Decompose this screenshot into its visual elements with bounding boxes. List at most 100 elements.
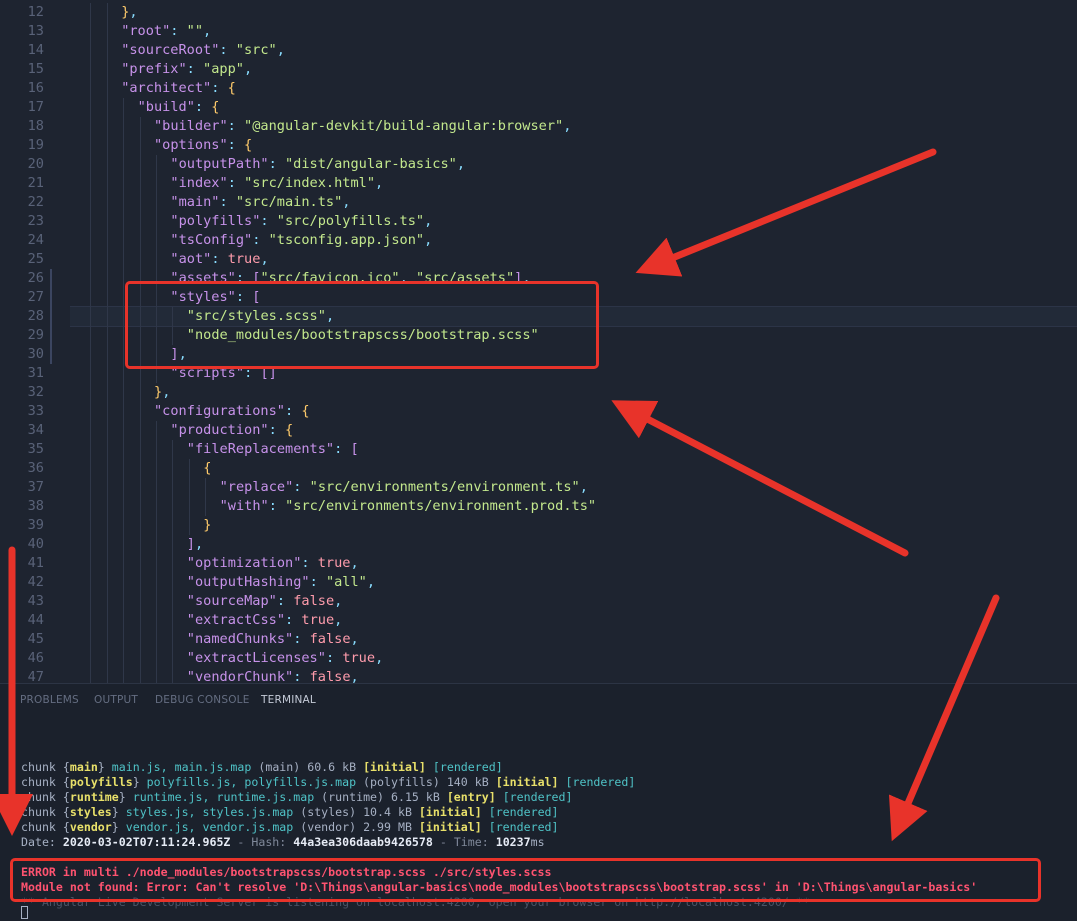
tab-problems[interactable]: PROBLEMS (20, 694, 79, 706)
code-line: 45 "namedChunks": false, (0, 630, 1077, 649)
code-text: "outputPath": "dist/angular-basics", (170, 156, 466, 172)
code-line: 20 "outputPath": "dist/angular-basics", (0, 155, 1077, 174)
code-text: "extractLicenses": true, (186, 650, 384, 666)
code-line: 42 "outputHashing": "all", (0, 573, 1077, 592)
code-text: "production": { (170, 422, 294, 438)
code-line: 41 "optimization": true, (0, 554, 1077, 573)
annotation-box-styles (125, 281, 599, 369)
line-number: 44 (27, 612, 44, 628)
code-line: 39} (0, 516, 1077, 535)
code-text: "extractCss": true, (186, 612, 343, 628)
tab-terminal[interactable]: TERMINAL (261, 694, 316, 706)
code-text: "with": "src/environments/environment.pr… (219, 498, 597, 514)
line-number: 15 (27, 61, 44, 77)
code-line: 13 "root": "", (0, 22, 1077, 41)
code-text: "optimization": true, (186, 555, 359, 571)
code-text: "architect": { (121, 80, 236, 96)
terminal-line: chunk {polyfills} polyfills.js, polyfill… (21, 775, 636, 789)
terminal-line: Date: 2020-03-02T07:11:24.965Z - Hash: 4… (21, 835, 545, 849)
code-line: 34 "production": { (0, 421, 1077, 440)
line-number: 17 (27, 99, 44, 115)
line-number: 34 (27, 422, 44, 438)
terminal-line: chunk {styles} styles.js, styles.js.map … (21, 805, 559, 819)
code-line: 12}, (0, 3, 1077, 22)
tab-debug-console[interactable]: DEBUG CONSOLE (155, 694, 250, 706)
line-number: 40 (27, 536, 44, 552)
code-line: 40], (0, 535, 1077, 554)
line-number: 19 (27, 137, 44, 153)
terminal-line: chunk {runtime} runtime.js, runtime.js.m… (21, 790, 573, 804)
code-text: "fileReplacements": [ (186, 441, 359, 457)
code-line: 18 "builder": "@angular-devkit/build-angu… (0, 117, 1077, 136)
code-line: 47 "vendorChunk": false, (0, 668, 1077, 683)
code-line: 22 "main": "src/main.ts", (0, 193, 1077, 212)
code-text: "vendorChunk": false, (186, 669, 359, 683)
code-text: "builder": "@angular-devkit/build-angula… (154, 118, 572, 134)
line-number: 13 (27, 23, 44, 39)
line-number: 20 (27, 156, 44, 172)
line-number: 38 (27, 498, 44, 514)
code-text: ], (186, 536, 204, 552)
line-number: 30 (27, 346, 44, 362)
code-text: "main": "src/main.ts", (170, 194, 351, 210)
code-text: "sourceMap": false, (186, 593, 343, 609)
code-line: 16 "architect": { (0, 79, 1077, 98)
code-text: "index": "src/index.html", (170, 175, 384, 191)
line-number: 33 (27, 403, 44, 419)
tab-output[interactable]: OUTPUT (94, 694, 138, 706)
line-number: 31 (27, 365, 44, 381)
code-text: "outputHashing": "all", (186, 574, 376, 590)
code-line: 15 "prefix": "app", (0, 60, 1077, 79)
line-number: 22 (27, 194, 44, 210)
line-number: 35 (27, 441, 44, 457)
code-text: "options": { (154, 137, 253, 153)
code-text: { (203, 460, 212, 476)
code-text: }, (154, 384, 171, 400)
annotation-box-error (10, 858, 1041, 902)
line-number: 32 (27, 384, 44, 400)
code-line: 24 "tsConfig": "tsconfig.app.json", (0, 231, 1077, 250)
line-number: 18 (27, 118, 44, 134)
code-text: "aot": true, (170, 251, 269, 267)
line-number: 23 (27, 213, 44, 229)
code-line: 21 "index": "src/index.html", (0, 174, 1077, 193)
line-number: 46 (27, 650, 44, 666)
code-text: } (203, 517, 212, 533)
line-number: 45 (27, 631, 44, 647)
line-number: 28 (27, 308, 44, 324)
line-number: 14 (27, 42, 44, 58)
terminal-line: chunk {vendor} vendor.js, vendor.js.map … (21, 820, 559, 834)
code-text: "build": { (137, 99, 220, 115)
code-line: 43 "sourceMap": false, (0, 592, 1077, 611)
line-number: 29 (27, 327, 44, 343)
code-text: "root": "", (121, 23, 212, 39)
line-number: 47 (27, 669, 44, 683)
code-text: "polyfills": "src/polyfills.ts", (170, 213, 433, 229)
code-line: 38 "with": "src/environments/environment.… (0, 497, 1077, 516)
code-text: "configurations": { (154, 403, 310, 419)
line-number: 12 (27, 4, 44, 20)
line-number: 37 (27, 479, 44, 495)
terminal-cursor (21, 906, 28, 919)
code-line: 44 "extractCss": true, (0, 611, 1077, 630)
code-line: 14 "sourceRoot": "src", (0, 41, 1077, 60)
code-line: 36 { (0, 459, 1077, 478)
line-number: 26 (27, 270, 44, 286)
line-number: 21 (27, 175, 44, 191)
code-line: 23 "polyfills": "src/polyfills.ts", (0, 212, 1077, 231)
line-number: 36 (27, 460, 44, 476)
line-number: 42 (27, 574, 44, 590)
code-text: "sourceRoot": "src", (121, 42, 285, 58)
code-line: 33 "configurations": { (0, 402, 1077, 421)
line-number: 16 (27, 80, 44, 96)
line-number: 41 (27, 555, 44, 571)
code-text: "replace": "src/environments/environment… (219, 479, 588, 495)
code-line: 46 "extractLicenses": true, (0, 649, 1077, 668)
code-text: }, (121, 4, 138, 20)
line-number: 27 (27, 289, 44, 305)
code-text: "prefix": "app", (121, 61, 253, 77)
code-text: "namedChunks": false, (186, 631, 359, 647)
code-line: 25 "aot": true, (0, 250, 1077, 269)
code-line: 17 "build": { (0, 98, 1077, 117)
line-number: 39 (27, 517, 44, 533)
